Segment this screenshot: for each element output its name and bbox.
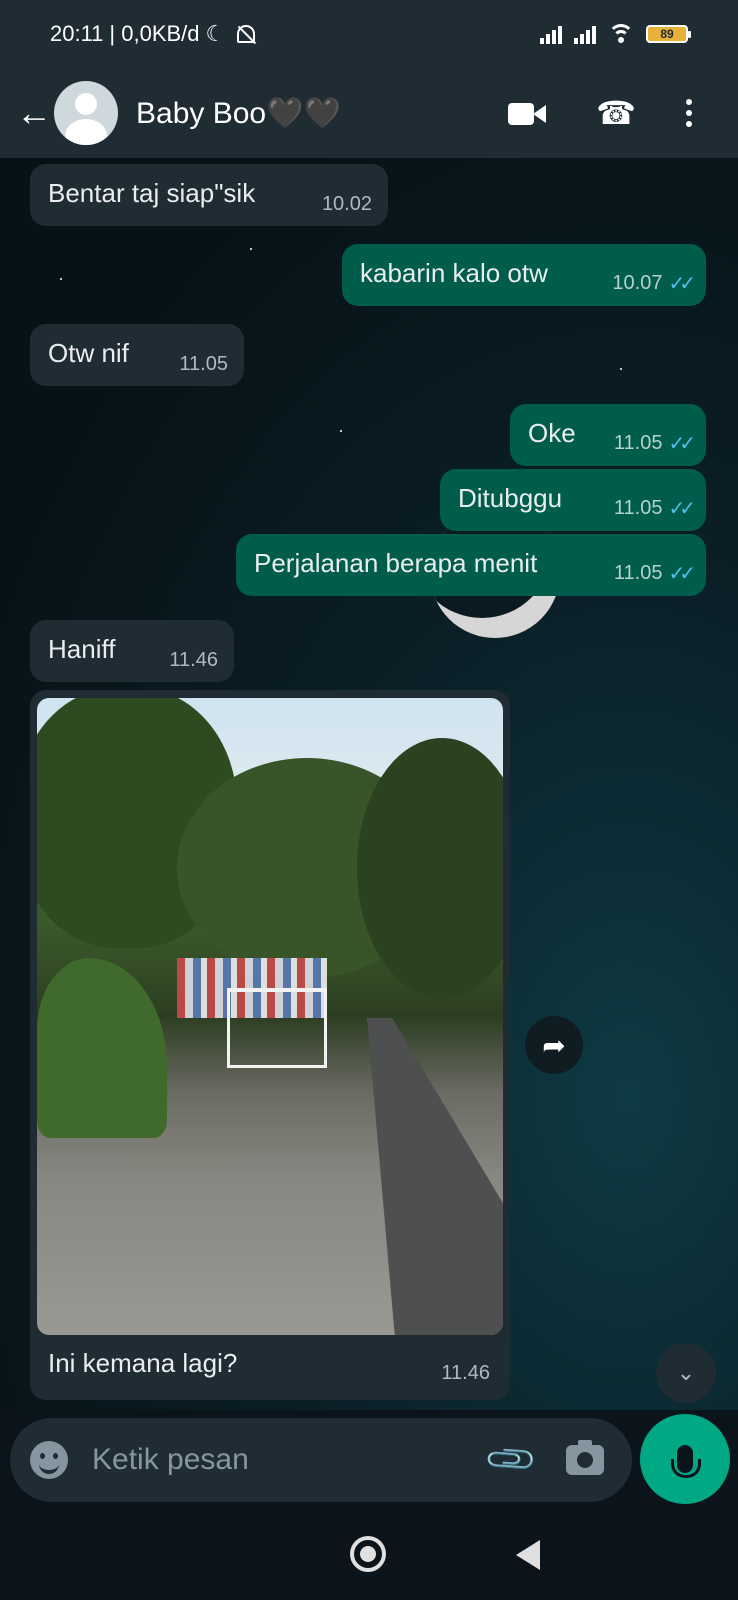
avatar-body-shape bbox=[65, 119, 107, 145]
wifi-icon bbox=[608, 24, 634, 44]
signal-icon bbox=[574, 24, 596, 44]
header-actions: ☎ bbox=[508, 94, 692, 132]
read-ticks-icon: ✓✓ bbox=[668, 433, 695, 455]
status-time: 20:11 bbox=[50, 21, 104, 46]
android-nav-bar bbox=[0, 1512, 738, 1600]
message-text: Ditubggu bbox=[458, 483, 563, 513]
network-speed: | 0,0KB/d bbox=[109, 21, 200, 46]
message-bubble-outgoing[interactable]: Oke 11.05 ✓✓ bbox=[510, 404, 706, 466]
message-time: 11.46 bbox=[169, 649, 218, 671]
chat-area[interactable]: Bentar taj siap"sik 10.02 kabarin kalo o… bbox=[0, 158, 738, 1410]
back-arrow-icon[interactable]: ← bbox=[14, 92, 54, 134]
read-ticks-icon: ✓✓ bbox=[668, 563, 695, 585]
mute-bell-icon bbox=[237, 25, 257, 45]
message-text: kabarin kalo otw bbox=[360, 258, 548, 288]
street-photo[interactable] bbox=[37, 698, 503, 1335]
video-call-icon[interactable] bbox=[508, 101, 547, 125]
star bbox=[340, 430, 342, 432]
message-bubble-incoming[interactable]: Bentar taj siap"sik 10.02 bbox=[30, 164, 388, 226]
message-text: Oke bbox=[528, 418, 576, 448]
moon-icon: ☾ bbox=[205, 21, 226, 46]
message-composer: 📎 bbox=[10, 1418, 632, 1502]
message-input[interactable] bbox=[92, 1443, 490, 1477]
message-time: 10.02 bbox=[321, 193, 372, 215]
image-message-bubble[interactable]: Ini kemana lagi? 11.46 bbox=[30, 690, 510, 1400]
message-time: 11.05 ✓✓ bbox=[613, 562, 696, 585]
message-time: 11.46 bbox=[441, 1362, 490, 1384]
message-text: Bentar taj siap"sik bbox=[48, 178, 256, 208]
camera-icon[interactable] bbox=[566, 1440, 604, 1475]
message-bubble-outgoing[interactable]: Ditubggu 11.05 ✓✓ bbox=[440, 469, 706, 531]
home-button-icon[interactable] bbox=[350, 1536, 386, 1572]
voice-call-icon[interactable]: ☎ bbox=[596, 94, 636, 132]
status-bar: 20:11 | 0,0KB/d ☾ 89 bbox=[0, 0, 738, 68]
battery-icon: 89 bbox=[646, 25, 691, 43]
nav-back-icon[interactable] bbox=[516, 1540, 540, 1570]
status-right: 89 bbox=[540, 24, 691, 44]
star bbox=[60, 278, 62, 280]
message-time: 11.05 ✓✓ bbox=[613, 497, 696, 520]
message-text: Perjalanan berapa menit bbox=[254, 548, 538, 578]
read-ticks-icon: ✓✓ bbox=[668, 498, 695, 520]
emoji-icon[interactable] bbox=[30, 1441, 68, 1479]
attachment-icon[interactable]: 📎 bbox=[482, 1431, 540, 1489]
message-bubble-incoming[interactable]: Haniff 11.46 bbox=[30, 620, 234, 682]
more-options-icon[interactable] bbox=[686, 99, 692, 127]
message-bubble-incoming[interactable]: Otw nif 11.05 bbox=[30, 324, 244, 386]
contact-name[interactable]: Baby Boo🖤🖤 bbox=[136, 96, 508, 131]
microphone-icon bbox=[671, 1445, 701, 1478]
message-text: Haniff bbox=[48, 634, 116, 664]
message-time: 11.05 bbox=[179, 353, 228, 375]
message-time: 10.07 ✓✓ bbox=[612, 272, 695, 295]
signal-icon bbox=[540, 24, 562, 44]
message-text: Otw nif bbox=[48, 338, 129, 368]
message-time: 11.05 ✓✓ bbox=[613, 432, 696, 455]
read-ticks-icon: ✓✓ bbox=[668, 273, 695, 295]
avatar-head-shape bbox=[75, 93, 97, 115]
forward-icon[interactable]: ➦ bbox=[525, 1016, 583, 1074]
voice-record-button[interactable] bbox=[640, 1414, 730, 1504]
star bbox=[250, 248, 252, 250]
chat-header: ← Baby Boo🖤🖤 ☎ bbox=[0, 68, 738, 158]
avatar[interactable] bbox=[54, 81, 118, 145]
image-caption: Ini kemana lagi? bbox=[48, 1348, 238, 1378]
message-bubble-outgoing[interactable]: kabarin kalo otw 10.07 ✓✓ bbox=[342, 244, 706, 306]
star bbox=[620, 368, 622, 370]
message-bubble-outgoing[interactable]: Perjalanan berapa menit 11.05 ✓✓ bbox=[236, 534, 706, 596]
scroll-down-icon[interactable]: ⌄ bbox=[656, 1343, 716, 1403]
status-left: 20:11 | 0,0KB/d ☾ bbox=[50, 21, 257, 47]
